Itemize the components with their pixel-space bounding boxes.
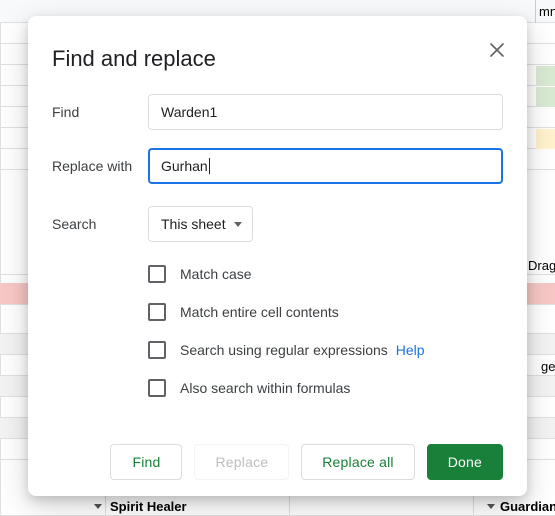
done-button[interactable]: Done (427, 444, 503, 480)
search-scope-dropdown[interactable]: This sheet (148, 206, 253, 242)
replace-all-button[interactable]: Replace all (301, 444, 414, 480)
bg-cell-spirit-healer: Spirit Healer (110, 499, 187, 514)
search-scope-value: This sheet (161, 216, 226, 232)
dropdown-caret-icon (487, 504, 495, 509)
dialog-title: Find and replace (52, 46, 503, 72)
find-button[interactable]: Find (110, 444, 182, 480)
match-case-checkbox[interactable] (148, 265, 166, 283)
dropdown-caret-icon (94, 504, 102, 509)
find-label: Find (52, 104, 148, 120)
search-label: Search (52, 216, 148, 232)
find-input[interactable] (148, 94, 503, 130)
match-cell-label: Match entire cell contents (180, 304, 339, 320)
bg-cell-drag: Drag (528, 258, 555, 273)
match-cell-checkbox[interactable] (148, 303, 166, 321)
replace-input[interactable]: Gurhan (148, 148, 503, 184)
match-case-label: Match case (180, 266, 252, 282)
formulas-label: Also search within formulas (180, 380, 350, 396)
header-fragment: mn (539, 4, 555, 19)
close-button[interactable] (485, 38, 509, 62)
replace-input-value: Gurhan (161, 158, 208, 174)
text-cursor (209, 158, 210, 174)
regex-label: Search using regular expressions (180, 342, 388, 358)
regex-help-link[interactable]: Help (396, 342, 425, 358)
close-icon (490, 43, 504, 57)
regex-checkbox[interactable] (148, 341, 166, 359)
chevron-down-icon (234, 222, 242, 227)
bg-cell-guardian: Guardian (500, 499, 555, 514)
dialog-button-bar: Find Replace Replace all Done (52, 444, 503, 480)
formulas-checkbox[interactable] (148, 379, 166, 397)
replace-label: Replace with (52, 158, 148, 174)
find-replace-dialog: Find and replace Find Replace with Gurha… (28, 16, 527, 496)
bg-cell-ige: ge (541, 359, 555, 374)
replace-button: Replace (194, 444, 289, 480)
